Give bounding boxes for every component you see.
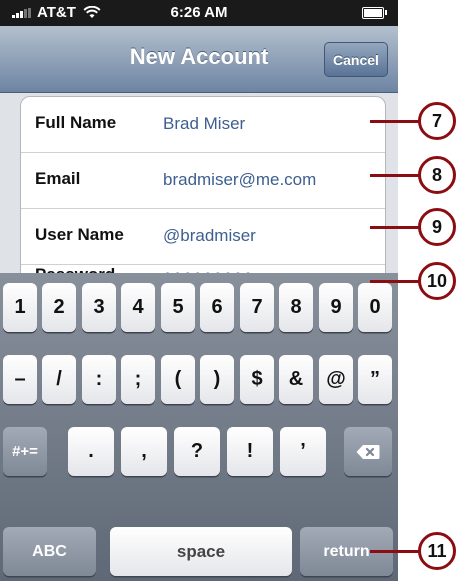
iphone-screen: AT&T 6:26 AM New Account Cancel Full Nam… (0, 0, 398, 581)
key-6[interactable]: 6 (200, 283, 234, 332)
delete-key[interactable] (344, 427, 392, 476)
key-apostrophe[interactable]: ’ (280, 427, 326, 476)
callout-line-10 (370, 280, 422, 283)
callout-8: 8 (418, 156, 456, 194)
full-name-field[interactable]: Brad Miser (163, 114, 245, 134)
key-at[interactable]: @ (319, 355, 353, 404)
navigation-bar: New Account Cancel (0, 26, 398, 93)
key-semicolon[interactable]: ; (121, 355, 155, 404)
key-dash[interactable]: – (3, 355, 37, 404)
key-3[interactable]: 3 (82, 283, 116, 332)
status-time: 6:26 AM (170, 4, 228, 21)
backspace-icon (356, 444, 380, 459)
abc-key[interactable]: ABC (3, 527, 96, 576)
symbols-shift-key[interactable]: #+= (3, 427, 47, 476)
callout-line-8 (370, 174, 422, 177)
key-4[interactable]: 4 (121, 283, 155, 332)
user-name-row[interactable]: User Name @bradmiser (21, 209, 385, 265)
callout-10: 10 (418, 262, 456, 300)
key-exclamation[interactable]: ! (227, 427, 273, 476)
key-ampersand[interactable]: & (279, 355, 313, 404)
key-close-paren[interactable]: ) (200, 355, 234, 404)
callout-9: 9 (418, 208, 456, 246)
account-form: Full Name Brad Miser Email bradmiser@me.… (20, 96, 386, 298)
key-9[interactable]: 9 (319, 283, 353, 332)
email-row[interactable]: Email bradmiser@me.com (21, 153, 385, 209)
key-slash[interactable]: / (42, 355, 76, 404)
form-area: Full Name Brad Miser Email bradmiser@me.… (0, 93, 398, 298)
user-name-label: User Name (35, 225, 124, 244)
key-period[interactable]: . (68, 427, 114, 476)
space-key[interactable]: space (110, 527, 292, 576)
key-2[interactable]: 2 (42, 283, 76, 332)
key-colon[interactable]: : (82, 355, 116, 404)
cancel-button[interactable]: Cancel (324, 42, 388, 77)
callout-11: 11 (418, 532, 456, 570)
full-name-label: Full Name (35, 113, 117, 132)
key-5[interactable]: 5 (161, 283, 195, 332)
email-field[interactable]: bradmiser@me.com (163, 170, 316, 190)
key-dollar[interactable]: $ (240, 355, 274, 404)
key-open-paren[interactable]: ( (161, 355, 195, 404)
key-0[interactable]: 0 (358, 283, 392, 332)
key-8[interactable]: 8 (279, 283, 313, 332)
key-comma[interactable]: , (121, 427, 167, 476)
key-7[interactable]: 7 (240, 283, 274, 332)
key-quote[interactable]: ” (358, 355, 392, 404)
key-question[interactable]: ? (174, 427, 220, 476)
callout-7: 7 (418, 102, 456, 140)
user-name-field[interactable]: @bradmiser (163, 226, 256, 246)
key-1[interactable]: 1 (3, 283, 37, 332)
full-name-row[interactable]: Full Name Brad Miser (21, 97, 385, 153)
callout-line-9 (370, 226, 422, 229)
callout-line-11 (370, 550, 422, 553)
status-bar: AT&T 6:26 AM (0, 0, 398, 26)
keyboard: 1 2 3 4 5 6 7 8 9 0 – / : ; ( ) $ & @ ” … (0, 273, 398, 581)
email-label: Email (35, 169, 81, 188)
callout-line-7 (370, 120, 422, 123)
battery-icon (362, 7, 387, 19)
